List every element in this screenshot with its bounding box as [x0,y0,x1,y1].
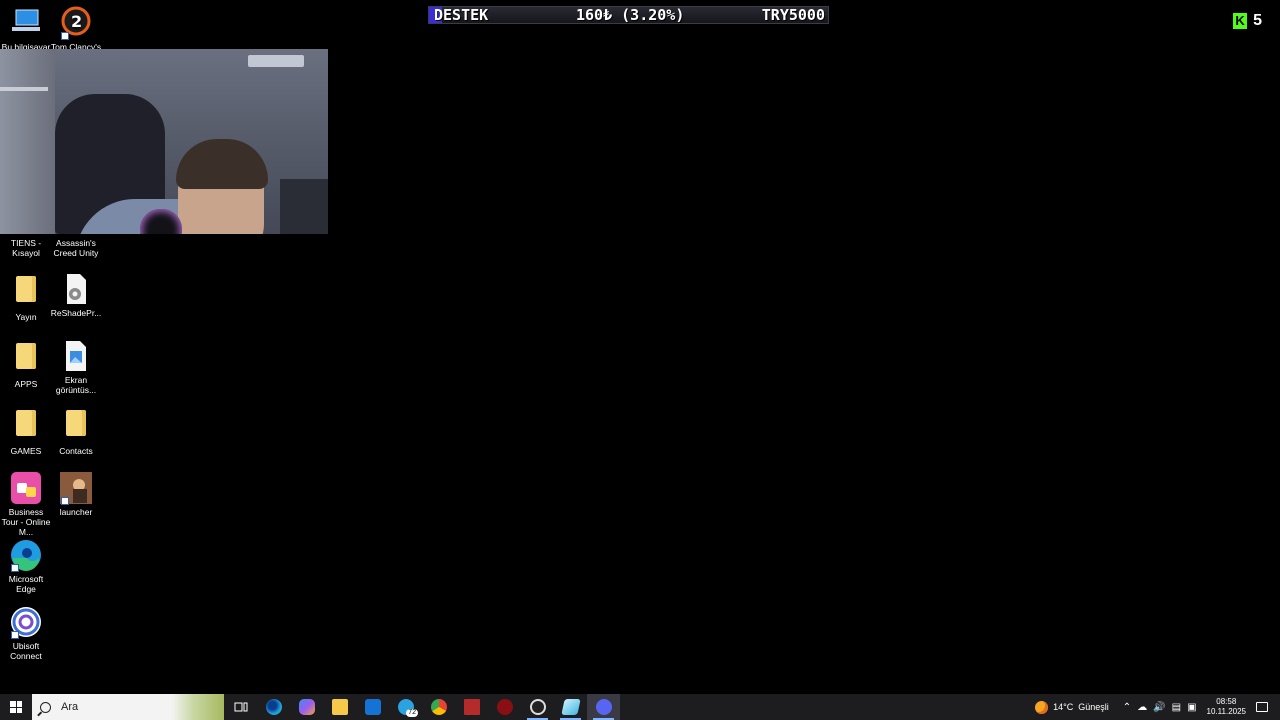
chevron-up-icon[interactable]: ⌃ [1123,702,1131,713]
weather-temp: 14°C [1053,702,1074,712]
desktop-icon-games[interactable]: GAMES [0,406,52,456]
desktop-icon-microsoft-edge[interactable]: Microsoft Edge [0,538,52,594]
computer-icon [9,6,43,40]
clock-date: 10.11.2025 [1206,707,1246,716]
shortcut-arrow-icon [11,564,19,572]
desktop-icon-this-pc[interactable]: Bu bilgisayar [0,6,52,52]
shortcut-arrow-icon [61,32,69,40]
start-button[interactable] [0,694,32,720]
taskbar-chrome[interactable] [422,694,455,720]
notification-center-icon[interactable] [1256,702,1268,712]
task-view-icon [234,702,247,712]
sun-icon [1035,700,1049,714]
game-dice-icon [9,471,43,505]
kick-logo-icon: K [1233,13,1248,29]
donation-amount: 160₺ (3.20%) [576,6,685,24]
taskbar-speed-app[interactable] [521,694,554,720]
taskbar: Ara 72 14°C Güneşli ⌃ ☁ 🔊 ▤ ▣ 08:58 10.1… [0,694,1280,720]
image-file-icon [59,339,93,373]
system-tray: 14°C Güneşli ⌃ ☁ 🔊 ▤ ▣ 08:58 10.11.2025 [1035,694,1280,720]
search-placeholder: Ara [61,701,79,713]
shortcut-arrow-icon [61,497,69,505]
shortcut-arrow-icon [11,631,19,639]
discord-icon [595,699,612,715]
desktop-icon-assassins-creed[interactable]: Assassin's Creed Unity [50,238,102,258]
weather-widget[interactable]: 14°C Güneşli [1035,700,1109,714]
weather-condition: Güneşli [1078,702,1109,712]
taskbar-red-app[interactable] [488,694,521,720]
taskbar-voicemeeter[interactable] [455,694,488,720]
desktop-icon-tom-clancys[interactable]: 2 Tom Clancy's [50,6,102,52]
desktop-icon-reshade[interactable]: ReShadePr... [50,272,102,318]
game-2-icon: 2 [59,6,93,40]
donation-goal-bar: DESTEK 160₺ (3.20%) TRY5000 [428,6,829,24]
display-icon[interactable]: ▣ [1187,702,1196,713]
taskbar-edge[interactable] [257,694,290,720]
taskbar-search-box[interactable]: Ara [32,694,224,720]
donation-label: DESTEK [434,6,489,24]
search-highlight-image [172,694,224,720]
desktop-icon-screenshot[interactable]: Ekran görüntüs... [50,339,102,395]
svg-text:2: 2 [71,12,82,31]
settings-file-icon [59,272,93,306]
folder-icon [16,276,36,302]
kick-viewer-count: K 5 [1233,12,1262,30]
desktop-icon-tiens[interactable]: TIENS - Kısayol [0,238,52,258]
network-icon[interactable]: ▤ [1172,702,1181,713]
taskbar-file-explorer[interactable] [323,694,356,720]
teal-app-icon [560,699,581,715]
taskbar-telegram[interactable]: 72 [389,694,422,720]
red-app-icon [496,699,513,715]
telegram-unread-badge: 72 [406,709,418,717]
desktop-icon-launcher[interactable]: launcher [50,471,102,517]
viewer-count: 5 [1253,12,1262,29]
taskbar-teal-app[interactable] [554,694,587,720]
taskbar-clock[interactable]: 08:58 10.11.2025 [1207,697,1246,717]
folder-icon [331,699,348,715]
ubisoft-icon [9,605,43,639]
desktop-icon-apps[interactable]: APPS [0,339,52,389]
launcher-icon [59,471,93,505]
tray-icons: ⌃ ☁ 🔊 ▤ ▣ [1123,702,1197,713]
task-view-button[interactable] [224,694,257,720]
taskbar-copilot[interactable] [290,694,323,720]
copilot-icon [298,699,315,715]
desktop-icon-ubisoft-connect[interactable]: Ubisoft Connect [0,605,52,661]
windows-logo-icon [10,701,22,713]
clock-time: 08:58 [1216,697,1237,706]
voicemeeter-icon [463,699,480,715]
desktop-icon-business-tour[interactable]: Business Tour - Online M... [0,471,52,537]
webcam-overlay [0,49,328,234]
search-icon [40,701,51,713]
folder-icon [66,410,86,436]
folder-icon [16,343,36,369]
edge-icon [265,699,282,715]
outlook-icon [364,699,381,715]
desktop-icon-contacts[interactable]: Contacts [50,406,102,456]
speaker-icon[interactable]: 🔊 [1153,702,1165,713]
speedometer-icon [529,699,546,715]
edge-icon [9,538,43,572]
cloud-icon[interactable]: ☁ [1137,702,1147,713]
chrome-icon [430,699,447,715]
donation-goal: TRY5000 [761,6,825,24]
taskbar-discord[interactable] [587,694,620,720]
desktop-icon-yayin[interactable]: Yayın [0,272,52,322]
taskbar-outlook[interactable] [356,694,389,720]
folder-icon [16,410,36,436]
